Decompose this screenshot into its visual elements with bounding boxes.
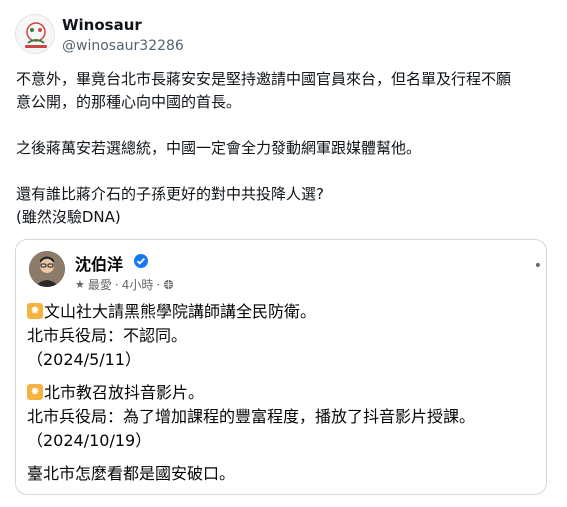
meta-separator: · [156, 277, 161, 292]
quoted-post[interactable]: 沈伯洋 ★ 最愛 · 4小時 · • ✸ 文山社大請黑熊學院講師講全民防衛。 北市… [15, 239, 547, 495]
quoted-author-name[interactable]: 沈伯洋 [75, 251, 123, 275]
more-options-icon[interactable]: • [534, 258, 542, 274]
verified-badge-icon [134, 254, 148, 268]
quote-line: 北市兵役局：為了增加課程的豐富程度，播放了抖音影片授課。 [27, 407, 476, 426]
quoted-post-meta: ★ 最愛 · 4小時 · [75, 276, 174, 293]
post-body: 不意外，畢竟台北市長蔣安安是堅持邀請中國官員來台，但名單及行程不願 意公開，的那… [16, 68, 551, 229]
quote-line: ✸ 北市教召放抖音影片。 [27, 381, 537, 405]
post-line: 不意外，畢竟台北市長蔣安安是堅持邀請中國官員來台，但名單及行程不願 [16, 70, 512, 88]
post-line: (雖然沒驗DNA) [16, 208, 121, 226]
quote-line: ✸ 文山社大請黑熊學院講師講全民防衛。 [27, 300, 537, 324]
meta-separator: · [114, 277, 119, 292]
author-handle[interactable]: @winosaur32286 [62, 38, 184, 54]
star-icon: ★ [75, 278, 85, 291]
quote-line: （2024/10/19） [27, 431, 152, 450]
quote-line: 北市兵役局：不認同。 [27, 326, 188, 345]
author-avatar[interactable] [15, 14, 55, 54]
post-line: 還有誰比蔣介石的子孫更好的對中共投降人選? [16, 185, 324, 203]
person-avatar-icon [29, 251, 65, 287]
meta-favorite[interactable]: 最愛 [88, 276, 112, 293]
post-line: 意公開，的那種心向中國的首長。 [16, 93, 242, 111]
quote-item-1: 文山社大請黑熊學院講師講全民防衛。 [44, 302, 317, 321]
quote-item-2: 北市教召放抖音影片。 [44, 383, 205, 402]
globe-icon [163, 279, 174, 290]
quoted-author-avatar[interactable] [29, 251, 65, 287]
post: Winosaur @winosaur32286 不意外，畢竟台北市長蔣安安是堅持… [0, 0, 567, 507]
author-name[interactable]: Winosaur [62, 16, 142, 34]
star-badge-icon: ✸ [27, 384, 43, 400]
quote-line: （2024/5/11） [27, 350, 142, 369]
quote-line: 臺北市怎麼看都是國安破口。 [27, 464, 236, 483]
avatar-logo-icon [16, 15, 54, 53]
post-line: 之後蔣萬安若選總統，中國一定會全力發動網軍跟媒體幫他。 [16, 139, 422, 157]
quoted-post-body: ✸ 文山社大請黑熊學院講師講全民防衛。 北市兵役局：不認同。 （2024/5/11… [27, 300, 537, 486]
meta-time[interactable]: 4小時 [122, 276, 154, 293]
star-badge-icon: ✸ [27, 303, 43, 319]
